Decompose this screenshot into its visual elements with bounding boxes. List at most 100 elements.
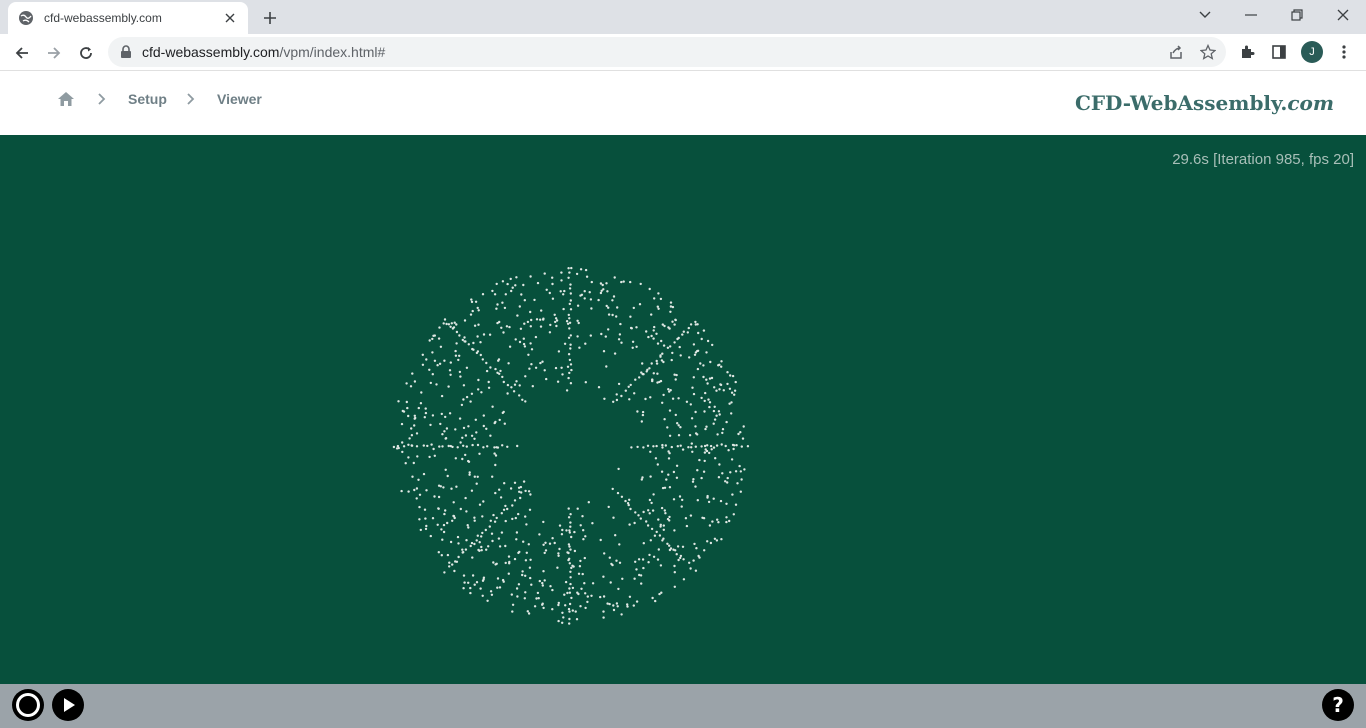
side-panel-icon[interactable] — [1266, 39, 1292, 65]
tab-title: cfd-webassembly.com — [44, 11, 162, 25]
particle — [669, 305, 673, 308]
particle — [715, 444, 719, 447]
particle — [554, 366, 558, 370]
particle — [628, 498, 631, 501]
particle — [541, 603, 544, 606]
particle — [511, 517, 514, 521]
particle — [660, 470, 664, 473]
breadcrumb-viewer[interactable]: Viewer — [217, 91, 262, 107]
particle — [565, 320, 569, 323]
particle — [442, 530, 446, 534]
particle — [495, 446, 498, 449]
particle — [488, 333, 492, 336]
record-button[interactable] — [11, 688, 45, 722]
particle — [611, 299, 614, 302]
particle — [469, 313, 473, 316]
bookmark-star-icon[interactable] — [1195, 39, 1221, 65]
back-icon[interactable] — [8, 39, 36, 67]
particle — [527, 612, 531, 615]
particle — [600, 289, 603, 292]
forward-icon[interactable] — [40, 39, 68, 67]
particle — [741, 437, 745, 440]
new-tab-button[interactable] — [258, 6, 282, 30]
address-bar[interactable]: cfd-webassembly.com/vpm/index.html# — [108, 37, 1226, 67]
particle — [485, 548, 488, 551]
share-icon[interactable] — [1163, 39, 1189, 65]
site-brand[interactable]: CFD-WebAssembly.com — [1075, 91, 1334, 115]
particle — [720, 360, 723, 363]
particle — [700, 445, 703, 448]
particle — [431, 373, 434, 376]
particle — [461, 551, 464, 554]
particle — [739, 490, 742, 493]
particle — [512, 390, 516, 393]
page-header: Setup Viewer CFD-WebAssembly.com — [0, 71, 1366, 135]
particle — [708, 405, 711, 409]
particle — [401, 450, 404, 454]
particle — [442, 523, 446, 527]
particle — [502, 380, 505, 384]
particle — [481, 293, 485, 296]
tab-search-icon[interactable] — [1182, 0, 1228, 30]
particle — [641, 362, 644, 365]
particle — [725, 520, 728, 524]
particle — [720, 365, 723, 368]
particle — [495, 562, 498, 565]
play-button[interactable] — [51, 688, 85, 722]
particle — [671, 351, 674, 355]
particle — [566, 365, 570, 368]
close-window-icon[interactable] — [1320, 0, 1366, 30]
particle — [449, 325, 452, 328]
particle — [446, 474, 449, 478]
particle — [719, 499, 723, 503]
particle — [577, 572, 581, 575]
particle — [579, 605, 582, 608]
help-button[interactable]: ? — [1321, 688, 1355, 722]
particle — [470, 298, 473, 301]
particle — [706, 444, 709, 447]
simulation-canvas[interactable]: 29.6s [Iteration 985, fps 20] — [0, 135, 1366, 684]
particle — [509, 277, 512, 281]
particle — [606, 290, 609, 293]
particle — [712, 497, 715, 500]
profile-avatar[interactable]: J — [1301, 41, 1323, 63]
extensions-icon[interactable] — [1234, 39, 1260, 65]
particle — [557, 619, 560, 623]
browser-tab[interactable]: cfd-webassembly.com — [8, 2, 248, 34]
particle — [647, 561, 650, 564]
particle — [610, 562, 613, 566]
restore-icon[interactable] — [1274, 0, 1320, 30]
breadcrumb-setup[interactable]: Setup — [128, 91, 167, 107]
particle — [433, 334, 436, 337]
particle — [447, 444, 450, 448]
home-icon[interactable] — [57, 90, 75, 108]
particle — [470, 434, 474, 437]
particle — [578, 565, 582, 568]
particle — [657, 292, 660, 295]
minimize-icon[interactable] — [1228, 0, 1274, 30]
particle — [696, 367, 700, 371]
particle — [429, 381, 432, 385]
particle — [708, 401, 712, 404]
particle — [447, 385, 450, 388]
particle — [467, 425, 470, 428]
particle — [705, 351, 708, 354]
reload-icon[interactable] — [72, 39, 100, 67]
particle — [677, 424, 680, 427]
particle — [567, 353, 571, 356]
particle — [728, 519, 731, 523]
particle — [442, 486, 445, 489]
close-tab-icon[interactable] — [222, 10, 238, 26]
particle — [663, 509, 666, 512]
particle — [511, 603, 515, 606]
particle — [491, 539, 494, 543]
particle — [422, 444, 425, 447]
particle — [669, 345, 672, 348]
particle — [569, 343, 572, 346]
particle — [515, 531, 519, 534]
particle — [415, 432, 419, 435]
particle — [568, 557, 571, 560]
particle — [652, 329, 655, 332]
particle — [599, 538, 602, 542]
menu-icon[interactable] — [1331, 39, 1357, 65]
